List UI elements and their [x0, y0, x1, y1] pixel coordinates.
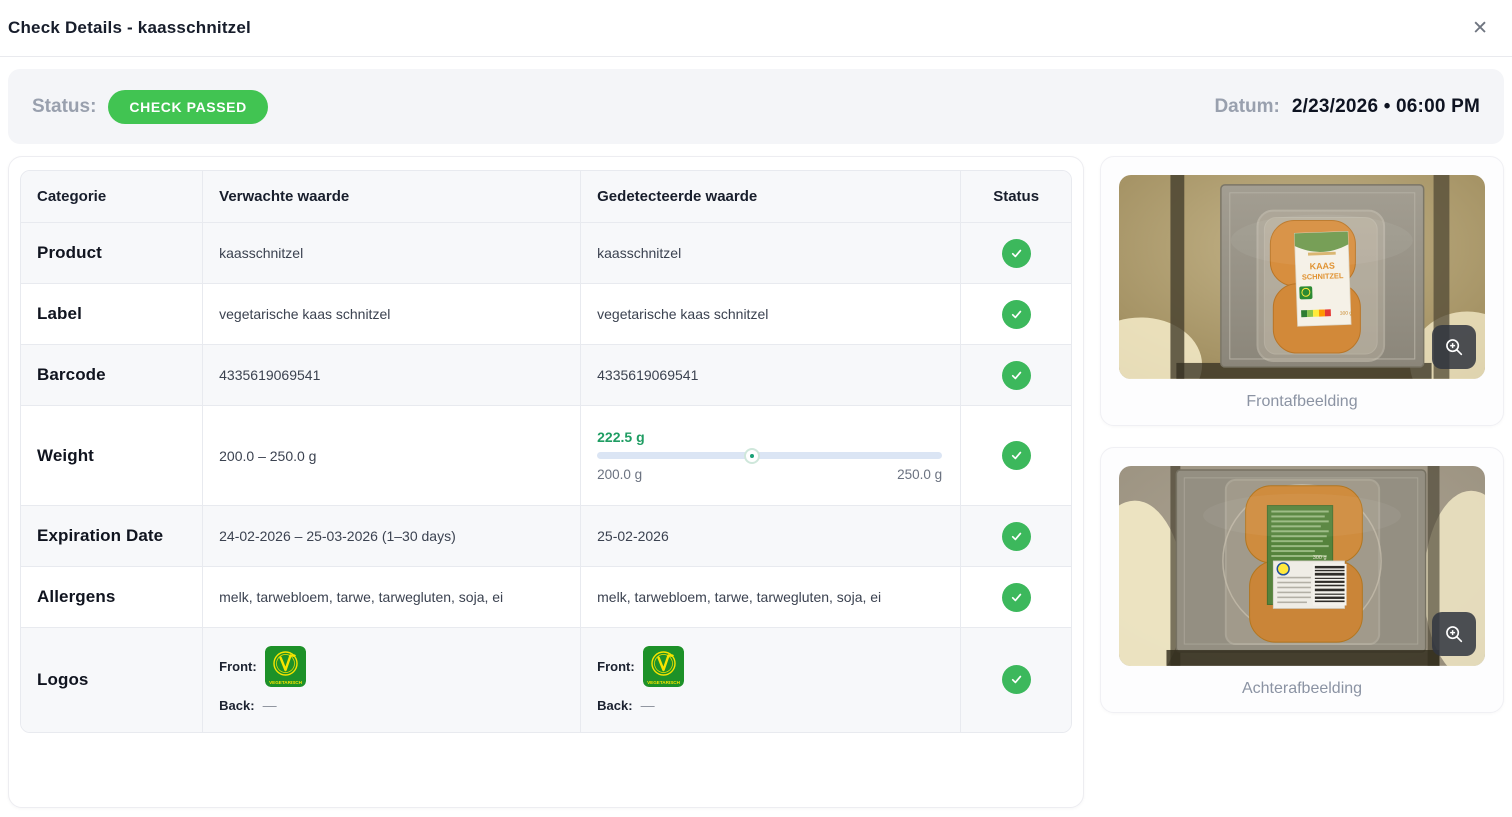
vegetarisch-v-label-icon: VEGETARISCH	[265, 646, 306, 687]
table-header-row: Categorie Verwachte waarde Gedetecteerde…	[21, 171, 1071, 223]
front-label: Front:	[219, 659, 257, 674]
expected-value: melk, tarwebloem, tarwe, tarwegluten, so…	[203, 567, 581, 628]
detected-weight-cell: 222.5 g 200.0 g 250.0 g	[581, 406, 961, 506]
detected-weight-value: 222.5 g	[597, 429, 942, 445]
vegetarisch-v-label-icon: VEGETARISCH	[643, 646, 684, 687]
status-bar: Status: CHECK PASSED Datum: 2/23/2026 • …	[8, 69, 1504, 144]
back-image-card: 300 g	[1100, 447, 1504, 713]
front-label: Front:	[597, 659, 635, 674]
back-logo-empty: —	[263, 697, 277, 713]
zoom-in-button[interactable]	[1432, 612, 1476, 656]
expected-value: vegetarische kaas schnitzel	[203, 284, 581, 345]
category-label: Barcode	[21, 345, 203, 406]
svg-text:300 g: 300 g	[1340, 310, 1353, 316]
expected-value: kaasschnitzel	[203, 223, 581, 284]
table-row-label: Label vegetarische kaas schnitzel vegeta…	[21, 284, 1071, 345]
datum-value: 2/23/2026 • 06:00 PM	[1292, 96, 1480, 118]
category-label: Logos	[21, 628, 203, 732]
column-header-verwachte-waarde: Verwachte waarde	[203, 171, 581, 223]
table-row-product: Product kaasschnitzel kaasschnitzel	[21, 223, 1071, 284]
weight-slider[interactable]	[597, 452, 942, 459]
expected-logos-cell: Front: VEGETARISCH	[203, 628, 581, 732]
column-header-status: Status	[961, 171, 1071, 223]
check-passed-icon	[1002, 522, 1031, 551]
page-title: Check Details - kaasschnitzel	[8, 18, 251, 38]
detected-value: 25-02-2026	[581, 506, 961, 567]
table-row-logos: Logos Front: VEGETARISCH	[21, 628, 1071, 732]
front-image-caption: Frontafbeelding	[1119, 392, 1485, 411]
detected-value: 4335619069541	[581, 345, 961, 406]
table-row-allergens: Allergens melk, tarwebloem, tarwe, tarwe…	[21, 567, 1071, 628]
status-label: Status:	[32, 96, 96, 118]
detected-logos-cell: Front: VEGETARISCH	[581, 628, 961, 732]
table-row-weight: Weight 200.0 – 250.0 g 222.5 g 200.0 g	[21, 406, 1071, 506]
check-passed-icon	[1002, 239, 1031, 268]
weight-max-label: 250.0 g	[897, 467, 942, 482]
weight-min-label: 200.0 g	[597, 467, 642, 482]
weight-slider-knob[interactable]	[746, 450, 758, 462]
back-image-caption: Achterafbeelding	[1119, 679, 1485, 698]
expected-value: 200.0 – 250.0 g	[203, 406, 581, 506]
detected-value: kaasschnitzel	[581, 223, 961, 284]
back-product-photo: 300 g	[1119, 466, 1485, 666]
svg-text:VEGETARISCH: VEGETARISCH	[269, 680, 303, 685]
check-table: Categorie Verwachte waarde Gedetecteerde…	[21, 171, 1071, 732]
expected-value: 24-02-2026 – 25-03-2026 (1–30 days)	[203, 506, 581, 567]
check-passed-icon	[1002, 441, 1031, 470]
column-header-categorie: Categorie	[21, 171, 203, 223]
back-label: Back:	[597, 698, 632, 713]
magnifier-plus-icon	[1443, 623, 1465, 645]
front-image-card: KAAS SCHNITZEL 300 g	[1100, 156, 1504, 426]
image-column: KAAS SCHNITZEL 300 g	[1100, 156, 1504, 713]
close-icon[interactable]: ✕	[1466, 13, 1494, 44]
back-label: Back:	[219, 698, 254, 713]
category-label: Weight	[21, 406, 203, 506]
front-product-photo: KAAS SCHNITZEL 300 g	[1119, 175, 1485, 379]
check-passed-icon	[1002, 361, 1031, 390]
column-header-gedetecteerde-waarde: Gedetecteerde waarde	[581, 171, 961, 223]
category-label: Expiration Date	[21, 506, 203, 567]
expected-value: 4335619069541	[203, 345, 581, 406]
detected-value: vegetarische kaas schnitzel	[581, 284, 961, 345]
zoom-in-button[interactable]	[1432, 325, 1476, 369]
dialog-header: Check Details - kaasschnitzel ✕	[0, 0, 1512, 57]
status-badge: CHECK PASSED	[108, 90, 267, 124]
category-label: Product	[21, 223, 203, 284]
detected-value: melk, tarwebloem, tarwe, tarwegluten, so…	[581, 567, 961, 628]
svg-text:300 g: 300 g	[1313, 555, 1327, 561]
table-row-expiration-date: Expiration Date 24-02-2026 – 25-03-2026 …	[21, 506, 1071, 567]
magnifier-plus-icon	[1443, 336, 1465, 358]
check-passed-icon	[1002, 583, 1031, 612]
back-logo-empty: —	[641, 697, 655, 713]
check-table-card: Categorie Verwachte waarde Gedetecteerde…	[8, 156, 1084, 808]
check-passed-icon	[1002, 300, 1031, 329]
category-label: Label	[21, 284, 203, 345]
datum-label: Datum:	[1214, 96, 1279, 118]
svg-text:SCHNITZEL: SCHNITZEL	[1302, 271, 1344, 281]
check-passed-icon	[1002, 665, 1031, 694]
category-label: Allergens	[21, 567, 203, 628]
svg-text:VEGETARISCH: VEGETARISCH	[647, 680, 681, 685]
table-row-barcode: Barcode 4335619069541 4335619069541	[21, 345, 1071, 406]
